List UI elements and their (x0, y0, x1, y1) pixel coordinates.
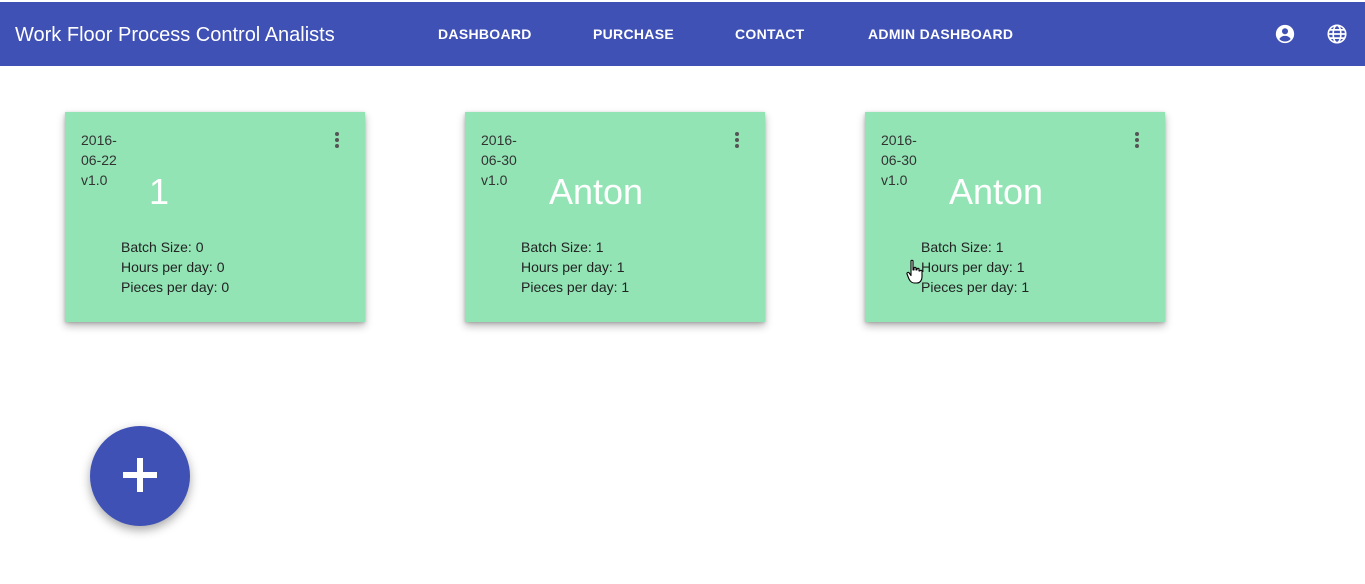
account-circle-icon[interactable] (1274, 23, 1296, 45)
hours-per-day: Hours per day: 1 (521, 259, 625, 275)
card-date: 2016-06-30 (481, 132, 517, 168)
more-vert-icon[interactable] (1127, 130, 1147, 150)
card-name: Anton (948, 171, 1044, 212)
plus-icon (123, 458, 157, 492)
nav-contact[interactable]: CONTACT (735, 26, 805, 42)
add-button[interactable] (90, 426, 190, 526)
process-card[interactable]: 2016-06-22 v1.0 1 Batch Size: 0 Hours pe… (65, 112, 365, 322)
batch-size: Batch Size: 1 (521, 239, 604, 255)
process-card[interactable]: 2016-06-30 v1.0 Anton Batch Size: 1 Hour… (865, 112, 1165, 322)
nav-dashboard[interactable]: DASHBOARD (438, 26, 532, 42)
pieces-per-day: Pieces per day: 1 (921, 279, 1030, 295)
globe-icon[interactable] (1326, 23, 1348, 45)
app-title: Work Floor Process Control Analists (15, 24, 335, 46)
pieces-per-day: Pieces per day: 0 (121, 279, 230, 295)
nav-admin-dashboard[interactable]: ADMIN DASHBOARD (868, 26, 1013, 42)
more-vert-icon[interactable] (727, 130, 747, 150)
pieces-per-day: Pieces per day: 1 (521, 279, 630, 295)
nav-purchase[interactable]: PURCHASE (593, 26, 674, 42)
batch-size: Batch Size: 1 (921, 239, 1004, 255)
more-vert-icon[interactable] (327, 130, 347, 150)
card-stats: Batch Size: 1 Hours per day: 1 Pieces pe… (521, 237, 629, 297)
batch-size: Batch Size: 0 (121, 239, 204, 255)
card-stats: Batch Size: 0 Hours per day: 0 Pieces pe… (121, 237, 229, 297)
card-date: 2016-06-30 (881, 132, 917, 168)
card-date: 2016-06-22 (81, 132, 117, 168)
card-name: Anton (548, 171, 644, 212)
process-card[interactable]: 2016-06-30 v1.0 Anton Batch Size: 1 Hour… (465, 112, 765, 322)
hours-per-day: Hours per day: 0 (121, 259, 225, 275)
top-app-bar: Work Floor Process Control Analists DASH… (0, 2, 1365, 66)
card-name: 1 (148, 171, 170, 212)
hours-per-day: Hours per day: 1 (921, 259, 1025, 275)
card-stats: Batch Size: 1 Hours per day: 1 Pieces pe… (921, 237, 1029, 297)
